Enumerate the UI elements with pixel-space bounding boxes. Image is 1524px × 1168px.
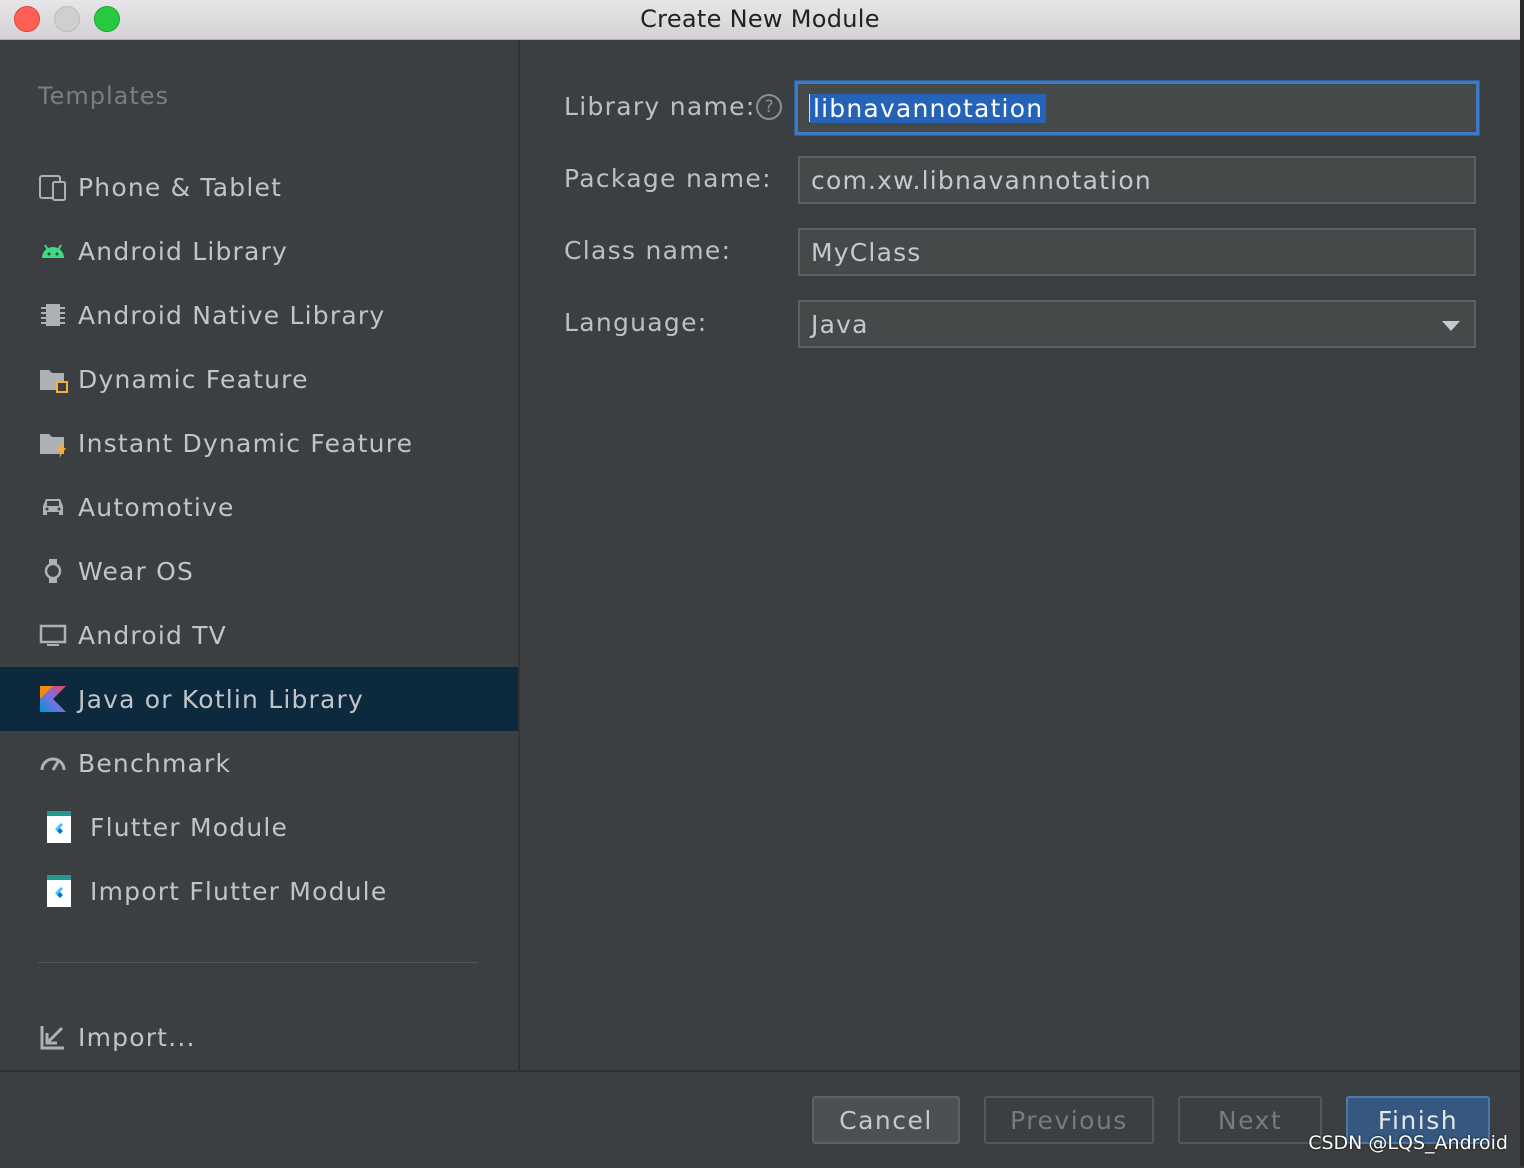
template-item-import-flutter-module[interactable]: Import Flutter Module (0, 859, 518, 923)
template-label: Automotive (78, 492, 235, 522)
template-label: Wear OS (78, 556, 195, 586)
flutter-icon (38, 811, 80, 843)
template-label: Android TV (78, 620, 227, 650)
template-label: Benchmark (78, 748, 232, 778)
folder-lightning-icon (38, 428, 68, 458)
android-icon (38, 236, 68, 266)
templates-heading: Templates (38, 82, 170, 110)
window-title: Create New Module (640, 5, 880, 33)
watch-icon (38, 556, 68, 586)
template-item-phone-tablet[interactable]: Phone & Tablet (0, 155, 518, 219)
module-config-form: Library name: ? libnavannotation Package… (520, 40, 1520, 1070)
template-label: Flutter Module (90, 812, 289, 842)
template-item-flutter-module[interactable]: Flutter Module (0, 795, 518, 859)
class-name-value: MyClass (811, 237, 922, 267)
cancel-button[interactable]: Cancel (812, 1096, 960, 1144)
template-item-benchmark[interactable]: Benchmark (0, 731, 518, 795)
sidebar-divider (38, 962, 478, 963)
library-name-input[interactable]: libnavannotation (795, 81, 1479, 135)
previous-button[interactable]: Previous (984, 1096, 1154, 1144)
template-item-automotive[interactable]: Automotive (0, 475, 518, 539)
template-item-instant-dynamic-feature[interactable]: Instant Dynamic Feature (0, 411, 518, 475)
native-chip-icon (38, 300, 68, 330)
template-item-android-native-library[interactable]: Android Native Library (0, 283, 518, 347)
chevron-down-icon (1442, 321, 1460, 331)
template-label: Instant Dynamic Feature (78, 428, 414, 458)
language-label: Language: (564, 308, 708, 337)
templates-sidebar: Templates Phone & Tablet Android Library… (0, 40, 520, 1070)
template-label: Android Library (78, 236, 289, 266)
class-name-input[interactable]: MyClass (798, 228, 1476, 276)
flutter-icon (38, 875, 80, 907)
title-bar: Create New Module (0, 0, 1520, 40)
import-module-item[interactable]: Import... (0, 1005, 518, 1069)
kotlin-icon (38, 684, 68, 714)
tv-icon (38, 620, 68, 650)
next-button[interactable]: Next (1178, 1096, 1322, 1144)
template-label: Phone & Tablet (78, 172, 283, 202)
phone-tablet-icon (38, 172, 68, 202)
template-item-android-library[interactable]: Android Library (0, 219, 518, 283)
template-item-dynamic-feature[interactable]: Dynamic Feature (0, 347, 518, 411)
template-label: Dynamic Feature (78, 364, 309, 394)
gauge-icon (38, 748, 68, 778)
library-name-value: libnavannotation (810, 93, 1047, 123)
template-item-wear-os[interactable]: Wear OS (0, 539, 518, 603)
help-icon[interactable]: ? (756, 94, 782, 120)
language-value: Java (811, 309, 869, 339)
import-label: Import... (78, 1022, 196, 1052)
library-name-label: Library name: (564, 92, 756, 121)
package-name-input[interactable]: com.xw.libnavannotation (798, 156, 1476, 204)
class-name-label: Class name: (564, 236, 732, 265)
dialog-footer: Cancel Previous Next Finish (0, 1070, 1520, 1168)
car-icon (38, 492, 68, 522)
template-label: Android Native Library (78, 300, 386, 330)
folder-module-icon (38, 364, 68, 394)
import-arrow-icon (38, 1022, 68, 1052)
template-label: Java or Kotlin Library (78, 684, 365, 714)
template-item-android-tv[interactable]: Android TV (0, 603, 518, 667)
template-label: Import Flutter Module (90, 876, 388, 906)
watermark: CSDN @LQS_Android (1308, 1132, 1508, 1154)
package-name-value: com.xw.libnavannotation (811, 165, 1152, 195)
window-edge (1520, 0, 1524, 1166)
package-name-label: Package name: (564, 164, 772, 193)
language-dropdown[interactable]: Java (798, 300, 1476, 348)
template-item-java-kotlin-library[interactable]: Java or Kotlin Library (0, 667, 518, 731)
